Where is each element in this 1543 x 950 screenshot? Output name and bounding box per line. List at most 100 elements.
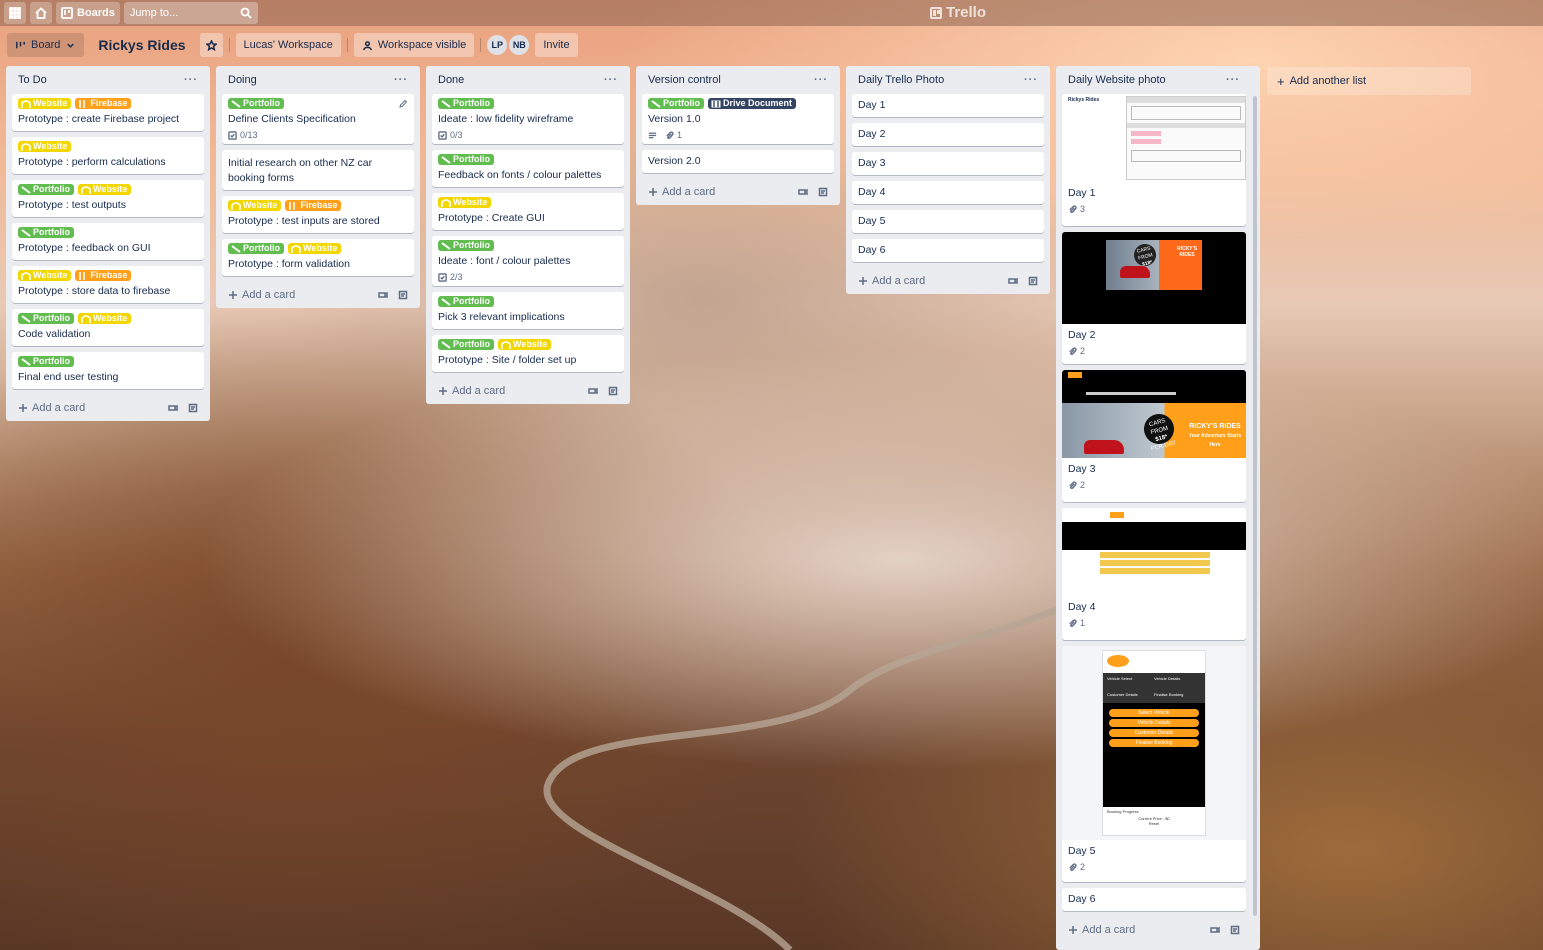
card[interactable]: Day 4 xyxy=(852,181,1044,204)
website-label-icon xyxy=(21,271,31,280)
list-menu-icon[interactable]: ··· xyxy=(814,74,828,86)
card-title: Initial research on other NZ car booking… xyxy=(228,157,373,184)
add-card-button[interactable]: Add a card xyxy=(18,402,85,414)
card[interactable]: Day 5 xyxy=(852,210,1044,233)
cover-step: Vehicle Details xyxy=(1154,676,1181,681)
card-title: Define Clients Specification xyxy=(228,113,356,125)
portfolio-label-icon xyxy=(21,357,31,366)
list-version-control: Version control ··· Portfolio Drive Docu… xyxy=(636,66,840,205)
card[interactable]: CARS FROM $18* PER DAY RICKY'S RIDES You… xyxy=(1062,370,1246,502)
portfolio-label-icon xyxy=(21,314,31,323)
card[interactable]: Portfolio Pick 3 relevant implications xyxy=(432,292,624,329)
description-icon xyxy=(648,132,657,138)
card[interactable]: Vehicle Select Vehicle Details Customer … xyxy=(1062,646,1246,882)
boards-button[interactable]: Boards xyxy=(56,2,120,24)
template-icon[interactable] xyxy=(398,290,408,300)
card[interactable]: Day 6 xyxy=(852,239,1044,262)
avatar[interactable]: LP xyxy=(487,35,508,55)
add-list-button[interactable]: + Add another list xyxy=(1267,67,1471,95)
template-icon[interactable] xyxy=(1230,925,1240,935)
boards-label: Boards xyxy=(77,7,115,19)
star-board-button[interactable] xyxy=(199,33,223,57)
avatar[interactable]: NB xyxy=(509,35,530,55)
invite-button[interactable]: Invite xyxy=(535,33,578,57)
card[interactable]: Portfolio Website Prototype : form valid… xyxy=(222,239,414,276)
video-icon[interactable] xyxy=(1008,276,1018,286)
pencil-icon[interactable] xyxy=(398,99,408,109)
add-card-button[interactable]: Add a card xyxy=(1068,924,1135,936)
label-website: Website xyxy=(498,339,552,350)
template-icon[interactable] xyxy=(818,187,828,197)
card[interactable]: Day 1 xyxy=(852,94,1044,117)
add-card-button[interactable]: Add a card xyxy=(438,385,505,397)
card[interactable]: Website Firebase Prototype : create Fire… xyxy=(12,94,204,131)
list-title[interactable]: Doing xyxy=(228,74,257,86)
cover-button: Select Vehicle xyxy=(1109,709,1199,717)
card[interactable]: Portfolio Drive Document Version 1.0 1 xyxy=(642,94,834,144)
list-title[interactable]: Version control xyxy=(648,74,721,86)
plus-icon xyxy=(649,188,657,196)
card-title: Day 6 xyxy=(858,244,886,256)
card[interactable]: Portfolio Website Code validation xyxy=(12,309,204,346)
board-view-switcher[interactable]: Board xyxy=(7,33,85,57)
card[interactable]: Website Firebase Prototype : store data … xyxy=(12,266,204,303)
list-menu-icon[interactable]: ··· xyxy=(1226,74,1240,86)
video-icon[interactable] xyxy=(588,386,598,396)
list-menu-icon[interactable]: ··· xyxy=(604,74,618,86)
template-icon[interactable] xyxy=(608,386,618,396)
home-button[interactable] xyxy=(30,2,52,24)
card[interactable]: Portfolio Final end user testing xyxy=(12,352,204,389)
grid-icon xyxy=(9,7,21,19)
card[interactable]: Portfolio Feedback on fonts / colour pal… xyxy=(432,150,624,187)
list-title[interactable]: Daily Website photo xyxy=(1068,74,1166,86)
plus-icon xyxy=(229,291,237,299)
apps-menu-button[interactable] xyxy=(4,2,26,24)
template-icon[interactable] xyxy=(1028,276,1038,286)
card[interactable]: Day 3 xyxy=(852,152,1044,175)
card[interactable]: Website Firebase Prototype : test inputs… xyxy=(222,196,414,233)
card[interactable]: Initial research on other NZ car booking… xyxy=(222,150,414,190)
add-card-button[interactable]: Add a card xyxy=(858,275,925,287)
video-icon[interactable] xyxy=(378,290,388,300)
card[interactable]: Rickys Rides Day 1 3 xyxy=(1062,94,1246,226)
template-icon[interactable] xyxy=(188,403,198,413)
card[interactable]: Version 2.0 xyxy=(642,150,834,173)
list-scrollbar[interactable] xyxy=(1253,96,1257,916)
card[interactable]: Portfolio Website Prototype : Site / fol… xyxy=(432,335,624,372)
video-icon[interactable] xyxy=(798,187,808,197)
card[interactable]: Day 2 xyxy=(852,123,1044,146)
card[interactable]: Portfolio Ideate : low fidelity wirefram… xyxy=(432,94,624,144)
video-icon[interactable] xyxy=(1210,925,1220,935)
add-card-button[interactable]: Add a card xyxy=(648,186,715,198)
card[interactable]: Day 4 1 xyxy=(1062,508,1246,640)
card-title: Pick 3 relevant implications xyxy=(438,311,565,323)
card[interactable]: CARS FROM $18* RICKY'S RIDES Day 2 2 xyxy=(1062,232,1246,364)
card[interactable]: Website Prototype : perform calculations xyxy=(12,137,204,174)
card[interactable]: Day 6 xyxy=(1062,888,1246,911)
list-title[interactable]: Daily Trello Photo xyxy=(858,74,944,86)
video-icon[interactable] xyxy=(168,403,178,413)
card[interactable]: Portfolio Website Prototype : test outpu… xyxy=(12,180,204,217)
board-title[interactable]: Rickys Rides xyxy=(90,37,193,53)
list-menu-icon[interactable]: ··· xyxy=(1024,74,1038,86)
card[interactable]: Portfolio Prototype : feedback on GUI xyxy=(12,223,204,260)
card[interactable]: Portfolio Ideate : font / colour palette… xyxy=(432,236,624,286)
add-card-row: Add a card xyxy=(12,395,204,421)
attachment-badge: 2 xyxy=(1068,346,1085,356)
website-label-icon xyxy=(231,201,241,210)
list-menu-icon[interactable]: ··· xyxy=(394,74,408,86)
card[interactable]: Portfolio Define Clients Specification 0… xyxy=(222,94,414,144)
visibility-button[interactable]: Workspace visible xyxy=(353,33,475,57)
plus-icon xyxy=(19,404,27,412)
card-cover-image: CARS FROM $18* PER DAY RICKY'S RIDES You… xyxy=(1062,370,1246,458)
card[interactable]: Website Prototype : Create GUI xyxy=(432,193,624,230)
list-title[interactable]: Done xyxy=(438,74,464,86)
jump-to-search[interactable]: Jump to... xyxy=(123,2,258,24)
trello-logo[interactable]: Trello xyxy=(930,4,986,21)
list-menu-icon[interactable]: ··· xyxy=(184,74,198,86)
workspace-button[interactable]: Lucas' Workspace xyxy=(235,33,341,57)
list-title[interactable]: To Do xyxy=(18,74,47,86)
label-firebase: Firebase xyxy=(75,270,132,281)
cover-brand-caps: RICKY'S RIDES xyxy=(1189,423,1241,430)
add-card-button[interactable]: Add a card xyxy=(228,289,295,301)
